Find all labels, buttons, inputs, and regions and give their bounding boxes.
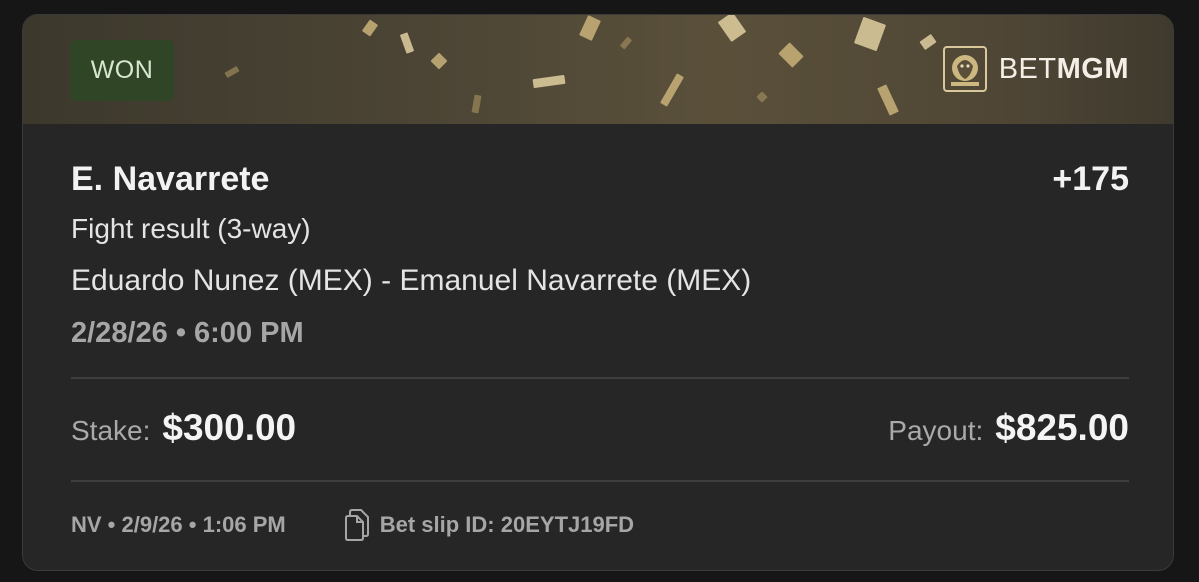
event-name: Eduardo Nunez (MEX) - Emanuel Navarrete … (71, 264, 752, 297)
odds-value: +175 (1052, 160, 1129, 198)
confetti-piece (853, 16, 887, 52)
confetti-piece (579, 15, 601, 41)
confetti-piece (430, 52, 448, 70)
confetti-piece (361, 19, 379, 37)
lion-crest-icon (942, 46, 987, 92)
confetti-piece (660, 73, 684, 107)
confetti-piece (399, 32, 415, 54)
divider (71, 480, 1129, 482)
winner-banner: WON BETMGM (23, 15, 1173, 124)
confetti-piece (619, 36, 633, 50)
payout-row: Payout: $825.00 (888, 407, 1129, 449)
divider (71, 377, 1129, 379)
confetti-piece (778, 42, 804, 68)
confetti-piece (471, 94, 482, 114)
bet-slip-id[interactable]: Bet slip ID: 20EYTJ19FD (380, 512, 634, 538)
won-status-badge: WON (70, 40, 174, 101)
confetti-piece (877, 84, 899, 116)
stake-label: Stake: (71, 415, 151, 446)
bet-footer: NV • 2/9/26 • 1:06 PM Bet slip ID: 20EYT… (71, 509, 634, 541)
selection-name: E. Navarrete (71, 160, 270, 198)
stake-amount: $300.00 (162, 407, 297, 448)
confetti-piece (532, 74, 566, 89)
brand-wordmark: BETMGM (998, 52, 1129, 85)
confetti-piece (756, 91, 768, 103)
betmgm-logo: BETMGM (942, 45, 1129, 93)
stake-row: Stake: $300.00 (71, 407, 296, 449)
event-datetime: 2/28/26 • 6:00 PM (71, 317, 304, 349)
bet-slip-card: WON BETMGM E. Navarrete +175 Fight resul… (22, 14, 1174, 571)
market-name: Fight result (3-way) (71, 213, 311, 244)
placed-meta: NV • 2/9/26 • 1:06 PM (71, 512, 286, 537)
copy-document-icon[interactable] (344, 509, 370, 541)
payout-label: Payout: (888, 415, 984, 446)
confetti-piece (919, 33, 937, 51)
confetti-piece (717, 15, 747, 42)
confetti-piece (224, 65, 240, 79)
payout-amount: $825.00 (995, 407, 1129, 448)
